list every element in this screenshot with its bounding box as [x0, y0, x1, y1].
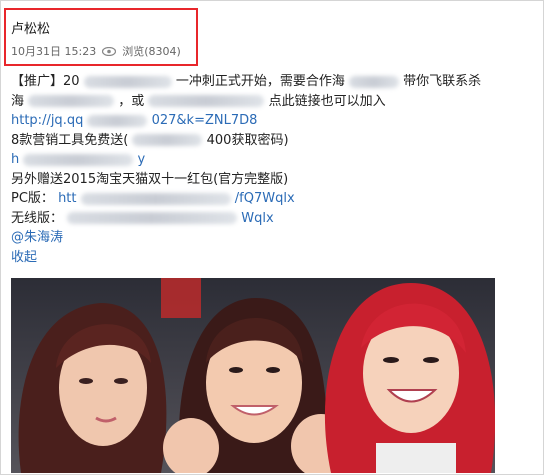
redacted-blur — [148, 95, 265, 107]
text-segment: 一冲刺正式开始，需要合作海 — [175, 74, 345, 89]
redacted-blur — [80, 192, 231, 205]
post-body: 【推广】20 一冲刺正式开始，需要合作海 带你飞联系杀 海 ，或 点此链接也可以… — [11, 72, 541, 267]
post-image[interactable] — [11, 278, 495, 473]
photo-illustration — [11, 278, 495, 473]
text-segment: 带你飞联系杀 — [403, 74, 482, 89]
text-segment: /fQ7Wqlx — [234, 191, 295, 206]
pc-version-line: PC版： htt /fQ7Wqlx — [11, 189, 541, 209]
text-segment: ，或 — [118, 93, 145, 109]
qq-group-link[interactable]: http://jq.qq 027&k=ZNL7D8 — [11, 111, 541, 131]
text-segment: h — [11, 152, 20, 167]
post-date: 10月31日 15:23 — [11, 45, 97, 58]
pc-link[interactable]: htt /fQ7Wqlx — [58, 191, 295, 206]
redacted-blur — [28, 95, 115, 107]
redacted-blur — [132, 134, 203, 146]
text-segment: 无线版： — [11, 210, 64, 226]
text-segment: @朱海涛 — [11, 230, 64, 245]
text-segment: 400获取密码) — [206, 132, 289, 148]
mobile-version-line: 无线版： Wqlx — [11, 209, 541, 229]
text-segment: PC版： — [11, 191, 54, 206]
text-segment: 另外赠送2015淘宝天猫双十一红包(官方完整版) — [11, 171, 289, 187]
eye-icon — [102, 46, 117, 56]
text-segment: 8款营销工具免费送( — [11, 132, 129, 148]
redacted-blur — [67, 212, 238, 224]
redacted-blur — [83, 75, 172, 88]
promo-line: 【推广】20 一冲刺正式开始，需要合作海 带你飞联系杀 — [11, 72, 541, 92]
text-segment: htt — [58, 191, 77, 206]
mention-link[interactable]: @朱海涛 — [11, 228, 541, 248]
tool-link[interactable]: h y — [11, 150, 541, 170]
view-count: 浏览(8304) — [122, 45, 181, 58]
redacted-blur — [23, 153, 134, 166]
text-segment: http://jq.qq — [11, 113, 84, 128]
post-meta: 10月31日 15:23 浏览(8304) — [11, 43, 181, 59]
text-segment: Wqlx — [241, 210, 274, 226]
author-name[interactable]: 卢松松 — [11, 18, 50, 37]
redacted-blur — [87, 114, 148, 127]
promo-line: 海 ，或 点此链接也可以加入 — [11, 92, 541, 112]
text-segment: 点此链接也可以加入 — [268, 93, 386, 109]
collapse-button[interactable]: 收起 — [11, 248, 541, 268]
promo-line: 另外赠送2015淘宝天猫双十一红包(官方完整版) — [11, 170, 541, 190]
text-segment: 海 — [11, 93, 25, 109]
text-segment: 027&k=ZNL7D8 — [151, 113, 258, 128]
text-segment: 【推广】20 — [11, 74, 80, 89]
redacted-blur — [348, 75, 399, 88]
mobile-link[interactable]: Wqlx — [67, 211, 274, 226]
text-segment: y — [137, 152, 146, 167]
promo-line: 8款营销工具免费送( 400获取密码) — [11, 131, 541, 151]
